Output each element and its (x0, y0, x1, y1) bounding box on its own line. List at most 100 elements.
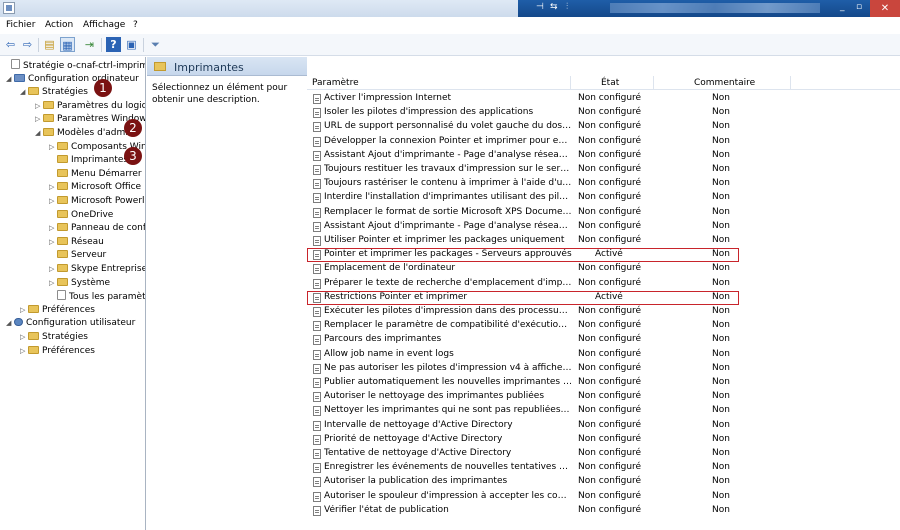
forward-arrow-icon[interactable]: ⇨ (20, 37, 35, 52)
table-row[interactable]: Restrictions Pointer et imprimer Activé No… (307, 290, 739, 305)
table-row[interactable]: Utiliser Pointer et imprimer les package… (307, 234, 900, 248)
setting-icon (313, 477, 321, 488)
table-row[interactable]: Exécuter les pilotes d'impression dans d… (307, 305, 900, 319)
filter-icon[interactable]: ⏷ (148, 37, 163, 52)
table-row[interactable]: Emplacement de l'ordinateur Non configuré… (307, 262, 900, 276)
table-row[interactable]: Remplacer le paramètre de compatibilité … (307, 319, 900, 333)
menu-affichage[interactable]: Affichage (83, 20, 125, 30)
tree-node[interactable]: Tous les paramèt (49, 290, 145, 303)
tree-node[interactable]: OneDrive (49, 209, 113, 222)
minimize-icon[interactable]: _ (840, 2, 845, 12)
table-row[interactable]: Parcours des imprimantes Non configuré Non (307, 333, 900, 347)
collapsed-arrow-icon[interactable]: ▷ (49, 222, 57, 235)
table-row[interactable]: Toujours restituer les travaux d'impress… (307, 163, 900, 177)
collapsed-arrow-icon[interactable]: ▷ (49, 236, 57, 249)
collapsed-arrow-icon[interactable]: ▷ (49, 181, 57, 194)
table-row[interactable]: Intervalle de nettoyage d'Active Directo… (307, 419, 900, 433)
table-row[interactable]: Assistant Ajout d'imprimante - Page d'an… (307, 220, 900, 234)
tree-node[interactable]: ◢ Stratégies (20, 86, 88, 99)
expanded-arrow-icon[interactable]: ◢ (6, 73, 14, 86)
expanded-arrow-icon[interactable]: ◢ (6, 317, 14, 330)
table-row[interactable]: Toujours rastériser le contenu à imprime… (307, 177, 900, 191)
table-row[interactable]: Préparer le texte de recherche d'emplace… (307, 277, 900, 291)
table-row[interactable]: Assistant Ajout d'imprimante - Page d'an… (307, 149, 900, 163)
collapsed-arrow-icon[interactable]: ▷ (49, 263, 57, 276)
export-list-icon[interactable]: ⇥ (82, 37, 97, 52)
column-header-commentaire[interactable]: Commentaire (694, 78, 755, 88)
table-row[interactable]: Interdire l'installation d'imprimantes u… (307, 191, 900, 205)
user-icon (14, 318, 23, 327)
collapsed-arrow-icon[interactable]: ▷ (49, 195, 57, 208)
tree-node[interactable]: ▷ Préférences (20, 304, 95, 317)
properties-icon[interactable]: ▣ (124, 37, 139, 52)
tree-node[interactable]: ▷ Réseau (49, 236, 104, 249)
close-button[interactable]: ✕ (870, 0, 900, 17)
tree-node[interactable]: Serveur (49, 249, 106, 262)
collapsed-arrow-icon[interactable]: ▷ (20, 304, 28, 317)
tree-node[interactable]: ▷ Microsoft Office (49, 181, 141, 194)
tree-node[interactable]: ▷ Stratégies (20, 331, 88, 344)
table-row[interactable]: Développer la connexion Pointer et impri… (307, 135, 900, 149)
folder-icon (57, 182, 68, 191)
column-divider[interactable] (790, 76, 791, 90)
collapsed-arrow-icon[interactable]: ▷ (49, 141, 57, 154)
collapsed-arrow-icon[interactable]: ▷ (20, 345, 28, 358)
table-row[interactable]: Ne pas autoriser les pilotes d'impressio… (307, 362, 900, 376)
table-row[interactable]: Activer l'impression Internet Non configu… (307, 92, 900, 106)
up-folder-icon[interactable]: ▤ (42, 37, 57, 52)
collapsed-arrow-icon[interactable]: ▷ (35, 100, 43, 113)
folder-icon (43, 128, 54, 136)
tree-node[interactable]: Menu Démarrer e (49, 168, 145, 181)
table-row[interactable]: Nettoyer les imprimantes qui ne sont pas… (307, 404, 900, 418)
collapsed-arrow-icon[interactable]: ▷ (35, 113, 43, 126)
setting-icon (313, 406, 321, 417)
table-row[interactable]: Isoler les pilotes d'impression des appl… (307, 106, 900, 120)
setting-name: Ne pas autoriser les pilotes d'impressio… (324, 362, 572, 373)
tree-node[interactable]: ▷ Paramètres du logici (35, 100, 145, 113)
tree-node[interactable]: Stratégie o-cnaf-ctrl-imprimant (3, 59, 145, 72)
back-arrow-icon[interactable]: ⇦ (3, 37, 18, 52)
show-tree-icon[interactable]: ▦ (60, 37, 75, 52)
setting-comment: Non (712, 377, 730, 387)
tree-node[interactable]: ▷ Système (49, 277, 110, 290)
tree-node[interactable]: ◢ Configuration utilisateur (6, 317, 135, 330)
table-row[interactable]: Publier automatiquement les nouvelles im… (307, 376, 900, 390)
collapsed-arrow-icon[interactable]: ▷ (20, 331, 28, 344)
menu-fichier[interactable]: Fichier (6, 20, 35, 30)
expanded-arrow-icon[interactable]: ◢ (20, 86, 28, 99)
expanded-arrow-icon[interactable]: ◢ (35, 127, 43, 140)
collapsed-arrow-icon[interactable]: ▷ (49, 277, 57, 290)
table-row[interactable]: URL de support personnalisé du volet gau… (307, 120, 900, 134)
connection-icon[interactable]: ⇆ (550, 2, 558, 12)
table-row[interactable]: Pointer et imprimer les packages - Serve… (307, 248, 739, 263)
table-row[interactable]: Tentative de nettoyage d'Active Director… (307, 447, 900, 461)
table-row[interactable]: Autoriser la publication des imprimantes… (307, 475, 900, 489)
menu-help[interactable]: ? (133, 20, 138, 30)
tree-node[interactable]: ▷ Microsoft Powerl (49, 195, 145, 208)
column-header-parametre[interactable]: Paramètre (312, 78, 359, 88)
column-divider[interactable] (653, 76, 654, 90)
tree-node[interactable]: ◢ Modèles d'admi (35, 127, 128, 140)
table-row[interactable]: Remplacer le format de sortie Microsoft … (307, 206, 900, 220)
restore-icon[interactable]: ▫ (856, 2, 862, 12)
tree-node[interactable]: Imprimantes (49, 154, 129, 167)
menu-action[interactable]: Action (45, 20, 73, 30)
tree-node[interactable]: ▷ Skype Entreprise (49, 263, 145, 276)
table-row[interactable]: Autoriser le spouleur d'impression à acc… (307, 490, 900, 504)
table-row[interactable]: Autoriser le nettoyage des imprimantes p… (307, 390, 900, 404)
table-row[interactable]: Priorité de nettoyage d'Active Directory… (307, 433, 900, 447)
help-icon[interactable]: ? (106, 37, 121, 52)
setting-name: Restrictions Pointer et imprimer (324, 291, 468, 302)
table-row[interactable]: Vérifier l'état de publication Non config… (307, 504, 900, 518)
column-header-etat[interactable]: État (601, 78, 619, 88)
table-row[interactable]: Enregistrer les événements de nouvelles … (307, 461, 900, 475)
tree-node[interactable]: ▷ Préférences (20, 345, 95, 358)
callout-badge-3: 3 (124, 147, 142, 165)
table-row[interactable]: Allow job name in event logs Non configur… (307, 348, 900, 362)
setting-name: Remplacer le format de sortie Microsoft … (324, 206, 572, 217)
tree-node[interactable]: ▷ Panneau de conf (49, 222, 145, 235)
pin-icon[interactable]: ⊣ (536, 2, 544, 12)
toolbar-separator (38, 38, 39, 52)
tree-node[interactable]: ◢ Configuration ordinateur (6, 73, 139, 86)
column-divider[interactable] (570, 76, 571, 90)
